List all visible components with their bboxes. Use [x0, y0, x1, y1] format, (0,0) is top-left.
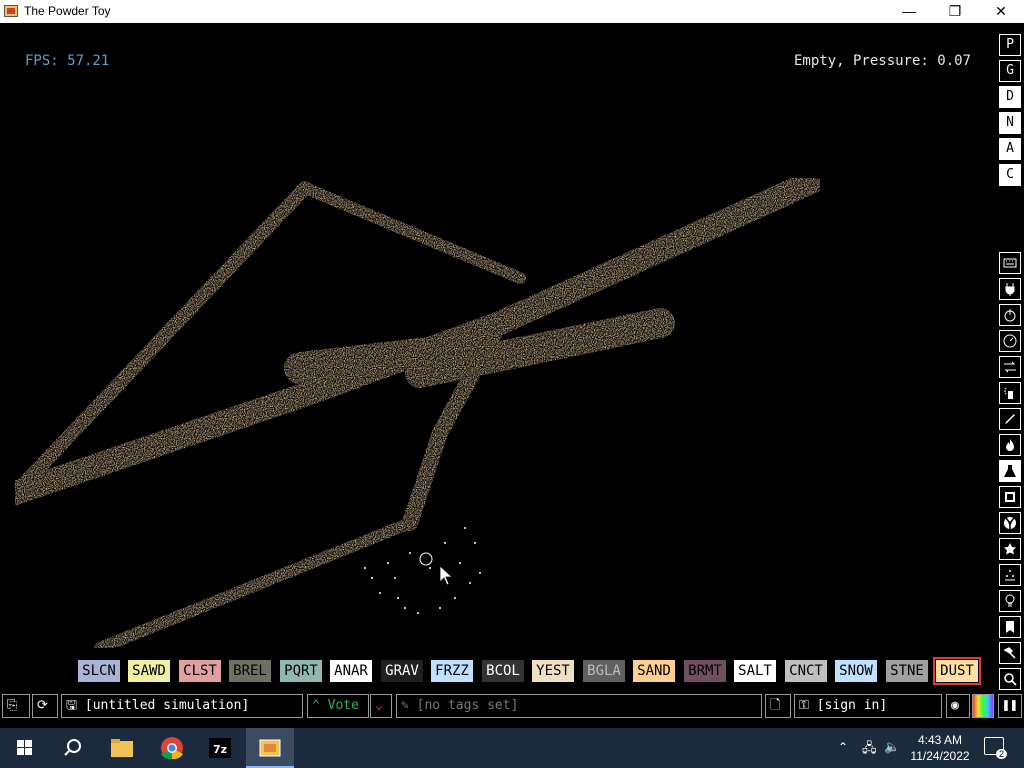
brush-cursor — [419, 552, 433, 566]
maximize-button[interactable]: ❐ — [932, 0, 978, 23]
square-icon[interactable] — [999, 486, 1021, 508]
sign-in-button[interactable]: ⚿ [sign in] — [794, 694, 942, 718]
bulb-icon[interactable] — [999, 590, 1021, 612]
element-cnct[interactable]: CNCT — [785, 660, 827, 682]
gravity-mode-button[interactable]: G — [999, 60, 1021, 82]
open-save-icon[interactable]: ⎘ — [2, 694, 30, 718]
file-explorer-icon[interactable] — [98, 728, 146, 768]
spray-icon[interactable] — [999, 382, 1021, 404]
element-yest[interactable]: YEST — [532, 660, 574, 682]
display-mode-icon[interactable] — [972, 694, 994, 718]
title-bar: The Powder Toy — ❐ ✕ — [0, 0, 1024, 23]
element-sand[interactable]: SAND — [633, 660, 675, 682]
pause-icon[interactable]: ❚❚ — [998, 694, 1022, 718]
reload-icon[interactable]: ⟳ — [32, 694, 58, 718]
plug-icon[interactable] — [999, 278, 1021, 300]
chevron-up-icon[interactable]: ⌃ — [838, 740, 848, 754]
element-salt[interactable]: SALT — [734, 660, 776, 682]
mouse-pointer-icon — [439, 565, 454, 586]
close-button[interactable]: ✕ — [978, 0, 1024, 23]
simulation-canvas[interactable]: FPS: 57.21 Empty, Pressure: 0.07 — [0, 23, 996, 689]
window-title: The Powder Toy — [24, 4, 111, 18]
dots-icon[interactable] — [999, 564, 1021, 586]
element-bcol[interactable]: BCOL — [482, 660, 524, 682]
vote-up-icon: ⌃ — [312, 698, 328, 713]
flask-icon[interactable] — [999, 460, 1021, 482]
notification-icon[interactable]: 2 — [984, 737, 1007, 759]
new-simulation-icon[interactable]: 🗋 — [765, 694, 791, 718]
volume-icon[interactable]: 🔈 — [884, 739, 900, 755]
svg-text:7z: 7z — [213, 743, 227, 756]
tag-icon: ✎ — [401, 698, 417, 713]
minimize-button[interactable]: — — [886, 0, 932, 23]
power-icon[interactable] — [999, 304, 1021, 326]
element-snow[interactable]: SNOW — [835, 660, 877, 682]
dust-drawing — [3, 166, 832, 654]
arrows-icon[interactable] — [999, 356, 1021, 378]
pencil-icon[interactable] — [999, 408, 1021, 430]
pause-mode-button[interactable]: P — [999, 34, 1021, 56]
key-icon: ⚿ — [799, 698, 817, 713]
tags-button[interactable]: ✎ [no tags set] — [396, 694, 762, 718]
flame-icon[interactable] — [999, 434, 1021, 456]
element-frzz[interactable]: FRZZ — [431, 660, 473, 682]
magnifier-icon[interactable] — [999, 668, 1021, 690]
windows-taskbar: 7z ⌃ 🖧 🔈 4:43 AM 11/24/2022 2 — [0, 728, 1024, 768]
element-brmt[interactable]: BRMT — [684, 660, 726, 682]
element-anar[interactable]: ANAR — [330, 660, 372, 682]
hammer-icon[interactable] — [999, 642, 1021, 664]
chrome-icon[interactable] — [148, 728, 196, 768]
network-icon[interactable]: 🖧 — [862, 739, 877, 761]
vote-up-button[interactable]: ⌃ Vote — [307, 694, 369, 718]
star-icon[interactable] — [999, 538, 1021, 560]
7zip-icon[interactable]: 7z — [196, 728, 244, 768]
console-button[interactable]: C — [999, 164, 1021, 186]
element-pqrt[interactable]: PQRT — [280, 660, 322, 682]
ambient-heat-button[interactable]: A — [999, 138, 1021, 160]
element-clst[interactable]: CLST — [179, 660, 221, 682]
settings-icon[interactable]: ◉ — [946, 694, 970, 718]
sim-name: [untitled simulation] — [84, 698, 250, 713]
keyboard-icon[interactable] — [999, 252, 1021, 274]
element-brel[interactable]: BREL — [229, 660, 271, 682]
start-icon[interactable] — [0, 728, 48, 768]
save-icon: 🖫 — [66, 698, 85, 713]
element-dust[interactable]: DUST — [933, 657, 981, 685]
search-icon[interactable] — [48, 728, 96, 768]
powder-toy-app-icon — [4, 5, 18, 17]
element-sawd[interactable]: SAWD — [128, 660, 170, 682]
notification-count: 2 — [995, 749, 1007, 759]
element-bgla[interactable]: BGLA — [583, 660, 625, 682]
taskbar-clock[interactable]: 4:43 AM 11/24/2022 — [902, 732, 978, 764]
newtonian-button[interactable]: N — [999, 112, 1021, 134]
fps-readout: FPS: 57.21 — [25, 53, 110, 69]
element-stne[interactable]: STNE — [886, 660, 928, 682]
element-slcn[interactable]: SLCN — [78, 660, 120, 682]
bookmark-icon[interactable] — [999, 616, 1021, 638]
radiation-icon[interactable] — [999, 512, 1021, 534]
element-grav[interactable]: GRAV — [381, 660, 423, 682]
pressure-readout: Empty, Pressure: 0.07 — [793, 53, 971, 69]
bottom-bar: ⎘ ⟳ 🖫 [untitled simulation] ⌃ Vote ⌄ ✎ [… — [0, 693, 1024, 720]
gauge-icon[interactable] — [999, 330, 1021, 352]
clock-time: 4:43 AM — [917, 733, 963, 747]
clock-date: 11/24/2022 — [910, 749, 970, 763]
vote-down-icon[interactable]: ⌄ — [370, 694, 392, 718]
display-mode-button[interactable]: D — [999, 86, 1021, 108]
powder-toy-icon[interactable] — [246, 728, 294, 768]
save-name-button[interactable]: 🖫 [untitled simulation] — [61, 694, 303, 718]
